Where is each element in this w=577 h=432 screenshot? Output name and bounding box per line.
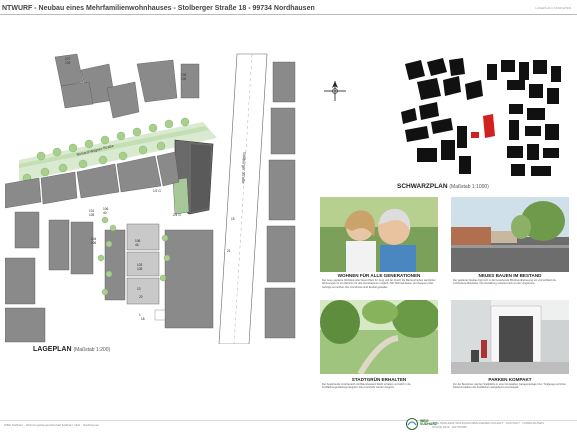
panel-green: STADTGRÜN ERHALTEN Der bestehende Grünbe… xyxy=(318,298,440,402)
title-text: - Neubau eines Mehrfamilienwohnhauses - … xyxy=(32,5,315,12)
svg-text:44: 44 xyxy=(135,243,139,247)
company-logo-icon xyxy=(406,418,418,430)
svg-text:106: 106 xyxy=(91,241,97,245)
panel-text: Der geplante Neubau fügt sich in die bes… xyxy=(453,279,557,286)
svg-text:20: 20 xyxy=(139,295,143,299)
panel-generations: WOHNEN FÜR ALLE GENERATIONEN Der neue ge… xyxy=(318,195,440,290)
panel-text: Der bestehende Grünbereich mit Baumbesta… xyxy=(322,383,411,390)
svg-text:109: 109 xyxy=(65,61,71,65)
svg-text:13: 13 xyxy=(137,287,141,291)
lageplan-scale: (Maßstab 1:200) xyxy=(73,347,111,353)
panel-title: STADTGRÜN ERHALTEN xyxy=(351,377,407,382)
title-prefix: NTWURF xyxy=(2,5,33,12)
panel-parking: PARKEN KOMPAKT Für die Bewohner werden S… xyxy=(449,298,571,402)
svg-text:1/2 G: 1/2 G xyxy=(153,189,161,193)
svg-text:18: 18 xyxy=(141,317,145,321)
header-divider xyxy=(0,14,577,15)
footer-left-text: WBG Südharz - Wohnungsbaugesellschaft Sü… xyxy=(4,423,100,427)
footer-right-text: WBG SÜDHARZ WOHNUNGSBAUGESELLSCHAFT · KO… xyxy=(432,421,544,429)
lageplan-label: LAGEPLAN (Maßstab 1:200) xyxy=(33,346,110,353)
photo-park xyxy=(320,300,438,374)
svg-text:106: 106 xyxy=(181,77,187,81)
photo-street xyxy=(451,197,569,272)
corner-note: LAGEPLAN | ANSICHTEN xyxy=(535,6,571,10)
svg-text:15: 15 xyxy=(231,217,235,221)
figure-ground-plan xyxy=(397,56,563,180)
svg-text:105: 105 xyxy=(137,267,143,271)
north-arrow-icon xyxy=(324,81,346,101)
schwarzplan-scale: (Maßstab 1:1000) xyxy=(449,184,489,190)
footer-status: STAND 2019 · ENTWURF xyxy=(432,425,468,429)
svg-text:105: 105 xyxy=(89,213,95,217)
sheet-title: NTWURF - Neubau eines Mehrfamilienwohnha… xyxy=(2,5,315,12)
plan-sheet: NTWURF - Neubau eines Mehrfamilienwohnha… xyxy=(0,0,577,432)
photo-garage xyxy=(451,300,569,374)
site-plan: 107109 105106 Richard-Wagner-Straße Stol… xyxy=(5,52,303,344)
schwarzplan-title: SCHWARZPLAN xyxy=(397,183,448,190)
svg-text:21: 21 xyxy=(227,249,231,253)
svg-text:2/4 G: 2/4 G xyxy=(173,213,181,217)
panel-new-building: NEUES BAUEN IM BESTAND Der geplante Neub… xyxy=(449,195,571,290)
lageplan-title: LAGEPLAN xyxy=(33,346,72,353)
svg-text:40: 40 xyxy=(103,211,107,215)
panel-text: Der neue geplante Wohnkomplex bietet Pla… xyxy=(322,279,436,289)
panel-title: PARKEN KOMPAKT xyxy=(488,377,532,382)
panel-title: WOHNEN FÜR ALLE GENERATIONEN xyxy=(337,273,421,278)
panel-title: NEUES BAUEN IM BESTAND xyxy=(478,273,542,278)
panel-text: Für die Bewohner werden Stellplätze in e… xyxy=(453,383,567,390)
schwarzplan-label: SCHWARZPLAN (Maßstab 1:1000) xyxy=(397,183,489,190)
photo-family xyxy=(320,197,438,272)
